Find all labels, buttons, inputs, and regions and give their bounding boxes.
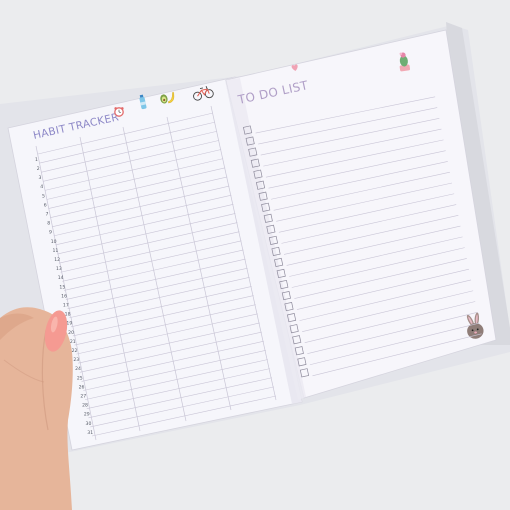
day-number: 29 bbox=[84, 412, 90, 418]
day-number: 26 bbox=[79, 384, 85, 390]
day-number: 16 bbox=[61, 293, 67, 299]
day-number: 13 bbox=[56, 266, 62, 272]
day-number: 31 bbox=[87, 430, 93, 436]
day-number: 15 bbox=[59, 284, 65, 290]
day-number: 7 bbox=[45, 212, 48, 218]
notebook-photo: HABIT TRACKER 12345678910111213141516171… bbox=[0, 0, 510, 510]
day-number: 20 bbox=[68, 330, 74, 336]
day-number: 24 bbox=[75, 366, 81, 372]
day-number: 25 bbox=[77, 375, 83, 381]
day-number: 4 bbox=[40, 184, 43, 190]
day-number: 8 bbox=[47, 221, 50, 227]
day-number: 12 bbox=[54, 257, 60, 263]
day-number: 5 bbox=[42, 193, 45, 199]
day-number: 14 bbox=[58, 275, 64, 281]
day-number: 19 bbox=[66, 321, 72, 327]
day-number: 11 bbox=[52, 248, 58, 254]
day-number: 27 bbox=[80, 393, 86, 399]
day-number: 1 bbox=[35, 157, 38, 163]
day-number: 22 bbox=[72, 348, 78, 354]
alarm-clock-icon bbox=[114, 107, 124, 117]
day-number: 3 bbox=[39, 175, 42, 181]
day-number: 30 bbox=[86, 421, 92, 427]
day-number: 2 bbox=[37, 166, 40, 172]
day-number: 21 bbox=[70, 339, 76, 345]
day-number: 9 bbox=[49, 230, 52, 236]
day-number: 10 bbox=[51, 239, 57, 245]
day-number: 17 bbox=[63, 303, 69, 309]
day-number: 23 bbox=[73, 357, 79, 363]
day-number: 6 bbox=[44, 202, 47, 208]
day-number: 28 bbox=[82, 403, 88, 409]
